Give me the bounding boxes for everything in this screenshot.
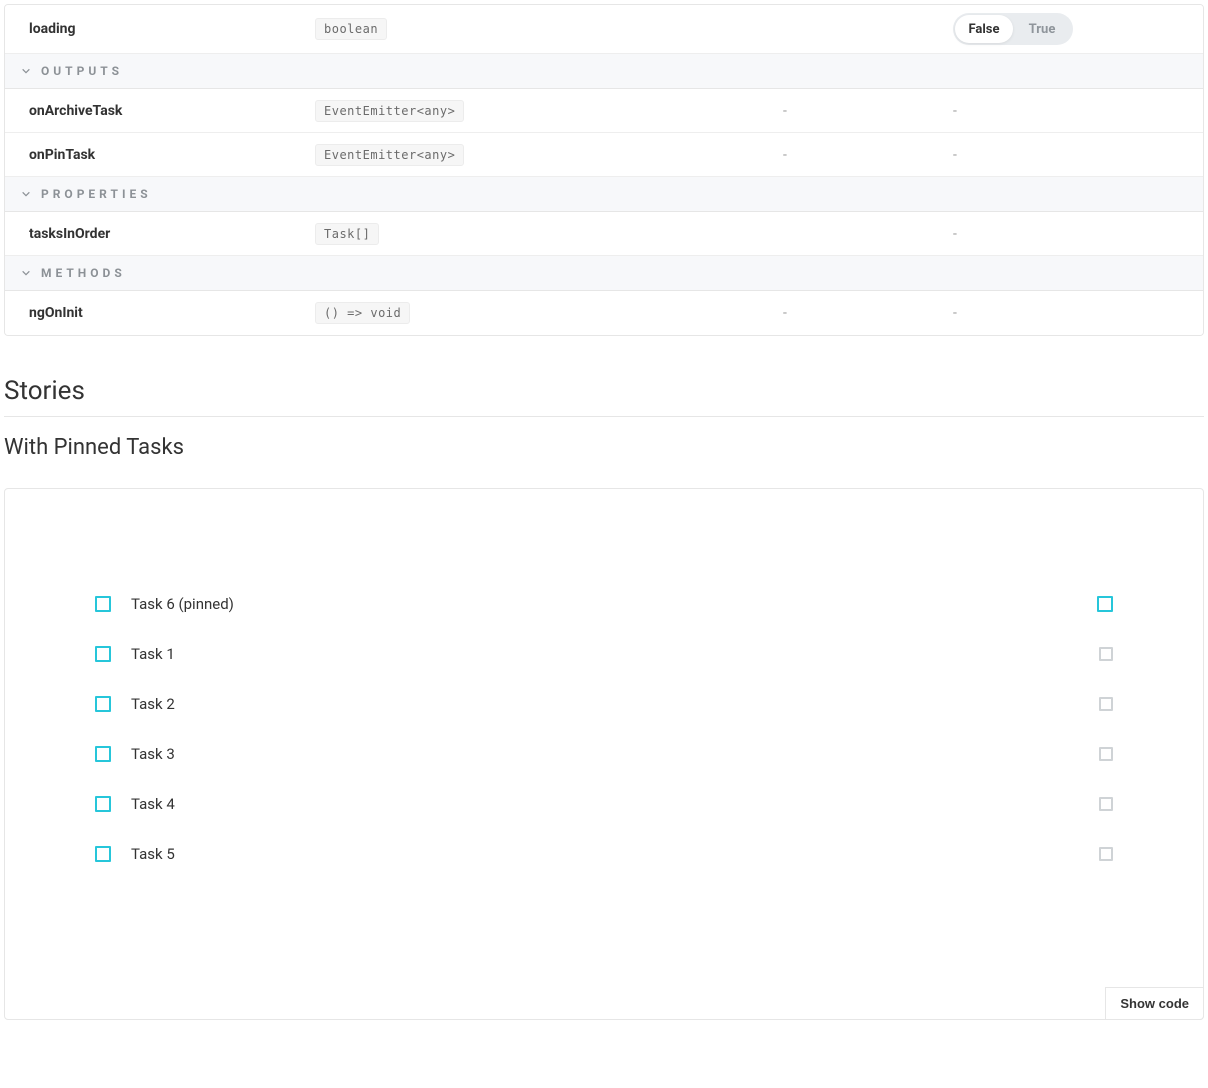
type-badge: EventEmitter<any>: [315, 100, 464, 122]
arg-default: -: [773, 297, 943, 329]
task-title: Task 3: [131, 745, 1079, 763]
task-item: Task 4: [95, 779, 1113, 829]
task-item: Task 2: [95, 679, 1113, 729]
show-code-button[interactable]: Show code: [1105, 987, 1204, 1020]
task-title: Task 2: [131, 695, 1079, 713]
arg-default: [773, 226, 943, 242]
section-label: METHODS: [41, 266, 126, 280]
args-table: loading boolean False True OUTPUTS onArch…: [4, 4, 1204, 336]
arg-row: onPinTask EventEmitter<any> --: [5, 133, 1203, 177]
type-badge: Task[]: [315, 223, 379, 245]
arg-type: EventEmitter<any>: [305, 92, 773, 130]
arg-name: onArchiveTask: [5, 95, 305, 127]
type-badge: EventEmitter<any>: [315, 144, 464, 166]
chevron-down-icon: [21, 268, 31, 278]
type-badge: boolean: [315, 18, 387, 40]
task-checkbox[interactable]: [95, 646, 111, 662]
arg-default: [773, 21, 943, 37]
section-label: OUTPUTS: [41, 64, 123, 78]
arg-row: onArchiveTask EventEmitter<any> --: [5, 89, 1203, 133]
story-title: With Pinned Tasks: [4, 435, 1204, 460]
pin-icon[interactable]: [1097, 596, 1113, 612]
pin-icon[interactable]: [1099, 697, 1113, 711]
arg-control: -: [943, 297, 1203, 329]
section-header-properties[interactable]: PROPERTIES: [5, 177, 1203, 212]
task-item: Task 1: [95, 629, 1113, 679]
boolean-toggle[interactable]: False True: [953, 13, 1073, 45]
task-checkbox[interactable]: [95, 596, 111, 612]
pin-icon[interactable]: [1099, 847, 1113, 861]
task-checkbox[interactable]: [95, 746, 111, 762]
arg-control: -: [943, 139, 1203, 171]
section-label: PROPERTIES: [41, 187, 152, 201]
task-checkbox[interactable]: [95, 796, 111, 812]
arg-type: Task[]: [305, 215, 773, 253]
toggle-true[interactable]: True: [1013, 15, 1071, 43]
arg-name: ngOnInit: [5, 297, 305, 329]
task-item: Task 5: [95, 829, 1113, 879]
arg-type: () => void: [305, 294, 773, 332]
section-header-outputs[interactable]: OUTPUTS: [5, 54, 1203, 89]
story-canvas: Task 6 (pinned) Task 1 Task 2 Task 3 Task 4 T…: [4, 488, 1204, 1020]
arg-name: loading: [5, 13, 305, 45]
pin-icon[interactable]: [1099, 647, 1113, 661]
stories-heading: Stories: [4, 376, 1204, 417]
arg-name: tasksInOrder: [5, 218, 305, 250]
arg-type: boolean: [305, 10, 773, 48]
arg-name: onPinTask: [5, 139, 305, 171]
task-checkbox[interactable]: [95, 846, 111, 862]
task-item: Task 6 (pinned): [95, 579, 1113, 629]
task-title: Task 5: [131, 845, 1079, 863]
arg-type: EventEmitter<any>: [305, 136, 773, 174]
arg-control: -: [943, 218, 1203, 250]
arg-row-loading: loading boolean False True: [5, 5, 1203, 54]
arg-default: -: [773, 95, 943, 127]
toggle-false[interactable]: False: [955, 15, 1013, 43]
task-title: Task 4: [131, 795, 1079, 813]
section-header-methods[interactable]: METHODS: [5, 256, 1203, 291]
pin-icon[interactable]: [1099, 747, 1113, 761]
arg-default: -: [773, 139, 943, 171]
task-title: Task 6 (pinned): [131, 595, 1077, 613]
arg-control: -: [943, 95, 1203, 127]
arg-row: tasksInOrder Task[] -: [5, 212, 1203, 256]
task-title: Task 1: [131, 645, 1079, 663]
chevron-down-icon: [21, 66, 31, 76]
type-badge: () => void: [315, 302, 410, 324]
pin-icon[interactable]: [1099, 797, 1113, 811]
chevron-down-icon: [21, 189, 31, 199]
arg-control: False True: [943, 5, 1203, 53]
task-item: Task 3: [95, 729, 1113, 779]
task-checkbox[interactable]: [95, 696, 111, 712]
arg-row: ngOnInit () => void --: [5, 291, 1203, 335]
